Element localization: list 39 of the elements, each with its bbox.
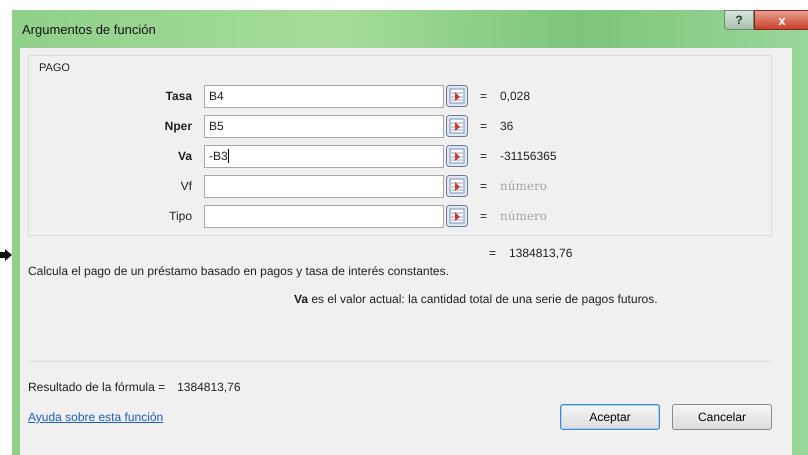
argument-field[interactable]: B5	[204, 114, 444, 138]
argument-result: número	[500, 179, 547, 193]
collapse-dialog-icon[interactable]	[446, 175, 468, 197]
equals-sign: =	[480, 119, 488, 133]
function-name: PAGO	[39, 62, 71, 74]
formula-result: 1384813,76	[177, 380, 240, 394]
equals-sign: =	[480, 149, 488, 163]
argument-label: Tasa	[164, 89, 194, 103]
equals-sign: =	[480, 179, 488, 193]
close-button[interactable]: x	[754, 10, 808, 30]
dialog-button[interactable]: Cancelar	[672, 404, 772, 430]
argument-label: Va	[176, 149, 194, 163]
argument-field[interactable]	[204, 204, 444, 228]
help-link[interactable]: Ayuda sobre esta función	[28, 410, 164, 424]
window-title: Argumentos de función	[22, 22, 156, 36]
argument-description: Va es el valor actual: la cantidad total de una serie de pagos futuros.	[293, 291, 659, 307]
collapse-dialog-icon[interactable]	[446, 205, 468, 227]
argument-result: -31156365	[500, 149, 556, 163]
equals-sign: =	[480, 89, 488, 103]
argument-label: Nper	[164, 119, 193, 133]
collapse-dialog-icon[interactable]	[446, 145, 468, 167]
argument-field[interactable]: -B3	[204, 144, 444, 168]
function-result: 1384813,76	[509, 246, 572, 260]
arrow-icon	[0, 249, 12, 261]
collapse-dialog-icon[interactable]	[446, 115, 468, 137]
formula-result-label: Resultado de la fórmula =	[28, 380, 166, 394]
argument-result: número	[500, 209, 547, 223]
argument-field[interactable]	[204, 174, 444, 198]
argument-result: 0,028	[500, 89, 530, 103]
argument-result: 36	[500, 119, 514, 133]
collapse-dialog-icon[interactable]	[446, 85, 468, 107]
function-description: Calcula el pago de un préstamo basado en pagos y tasa de interés constantes.	[28, 264, 450, 278]
equals-sign: =	[489, 246, 498, 260]
dialog-button[interactable]: Aceptar	[560, 404, 660, 430]
argument-label: Tipo	[168, 209, 193, 223]
argument-label: Vf	[180, 179, 193, 193]
argument-field[interactable]: B4	[204, 84, 444, 108]
equals-sign: =	[480, 209, 488, 223]
help-button[interactable]: ?	[724, 10, 754, 30]
